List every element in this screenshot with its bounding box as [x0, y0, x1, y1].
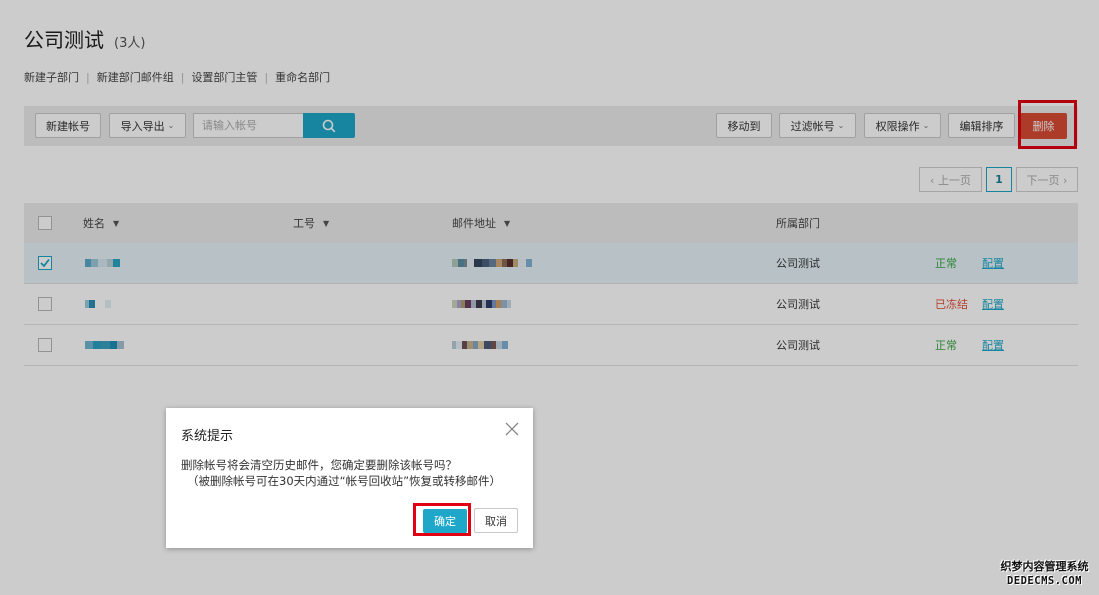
cancel-button[interactable]: 取消	[474, 508, 518, 533]
dialog-message: 删除帐号将会清空历史邮件，您确定要删除该帐号吗？	[181, 458, 457, 472]
modal-overlay	[0, 0, 1099, 595]
watermark: 织梦内容管理系统 DEDECMS.COM	[990, 560, 1099, 588]
dialog-note: （被删除帐号可在30天内通过“帐号回收站”恢复或转移邮件）	[187, 474, 502, 488]
watermark-line2: DEDECMS.COM	[1006, 575, 1083, 587]
cancel-label: 取消	[485, 514, 507, 528]
watermark-line1: 织梦内容管理系统	[1000, 560, 1089, 573]
confirm-button-highlight	[413, 503, 471, 536]
confirm-delete-dialog: 系统提示 删除帐号将会清空历史邮件，您确定要删除该帐号吗？ （被删除帐号可在30…	[166, 408, 533, 548]
close-icon[interactable]	[504, 421, 520, 437]
dialog-title: 系统提示	[181, 429, 234, 444]
